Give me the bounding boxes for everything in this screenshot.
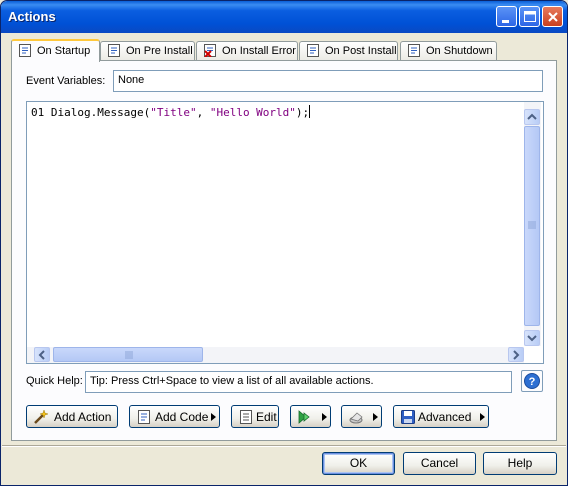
add-code-label: Add Code <box>155 410 209 424</box>
text-caret <box>309 105 311 118</box>
edit-button[interactable]: Edit <box>231 405 279 428</box>
script-icon <box>307 44 319 57</box>
dropdown-arrow-icon <box>373 413 378 421</box>
script-icon <box>108 44 120 57</box>
code-line: 01 Dialog.Message("Title", "Hello World"… <box>31 105 311 119</box>
string-literal: "Title" <box>150 106 197 119</box>
edit-label: Edit <box>256 410 277 424</box>
dropdown-arrow-icon <box>211 413 216 421</box>
maximize-button[interactable] <box>519 6 540 27</box>
dropdown-arrow-icon <box>480 413 485 421</box>
run-menu-button[interactable] <box>290 405 331 428</box>
scroll-left-button[interactable] <box>34 347 50 362</box>
close-icon <box>548 12 558 22</box>
add-code-button[interactable]: Add Code <box>129 405 220 428</box>
tab-label: On Install Error <box>222 45 296 57</box>
scroll-right-button[interactable] <box>508 347 524 362</box>
edit-icon <box>240 410 252 424</box>
script-editor[interactable]: 01 Dialog.Message("Title", "Hello World"… <box>26 101 544 364</box>
quick-help-button[interactable]: ? <box>521 370 543 392</box>
line-number: 01 <box>31 106 45 119</box>
scroll-up-button[interactable] <box>524 109 540 125</box>
scroll-down-button[interactable] <box>524 330 540 346</box>
horizontal-scrollbar[interactable] <box>27 347 524 363</box>
separator <box>2 445 566 447</box>
window-title: Actions <box>8 9 56 24</box>
chevron-down-icon <box>527 335 537 342</box>
code-text: Dialog.Message( <box>50 106 151 119</box>
script-icon <box>19 44 31 57</box>
help-button[interactable]: Help <box>483 452 557 475</box>
tab-label: On Pre Install <box>126 45 193 57</box>
minimize-icon <box>502 20 509 23</box>
add-action-button[interactable]: Add Action <box>26 405 118 428</box>
close-button[interactable] <box>542 6 563 27</box>
advanced-label: Advanced <box>418 410 472 424</box>
ok-button[interactable]: OK <box>322 452 395 475</box>
eraser-icon <box>349 412 363 424</box>
code-text: ); <box>295 106 310 119</box>
tab-on-post-install[interactable]: On Post Install <box>299 41 398 60</box>
title-bar[interactable]: Actions <box>1 1 567 33</box>
vertical-scroll-thumb[interactable] <box>524 126 540 326</box>
tab-on-install-error[interactable]: On Install Error <box>196 41 298 60</box>
tab-on-pre-install[interactable]: On Pre Install <box>100 41 195 60</box>
tab-on-startup[interactable]: On Startup <box>11 39 100 62</box>
chevron-left-icon <box>38 350 45 360</box>
event-variables-label: Event Variables: <box>26 75 106 87</box>
magic-wand-icon <box>34 409 49 424</box>
script-icon <box>408 44 420 57</box>
vertical-scrollbar[interactable] <box>524 102 541 346</box>
tools-menu-button[interactable] <box>341 405 382 428</box>
minimize-button[interactable] <box>496 6 517 27</box>
dropdown-arrow-icon <box>322 413 327 421</box>
grip-icon <box>125 351 133 359</box>
floppy-disk-icon <box>401 410 415 424</box>
horizontal-scroll-thumb[interactable] <box>53 347 203 362</box>
code-separator: , <box>196 106 210 119</box>
tab-on-shutdown[interactable]: On Shutdown <box>400 41 497 60</box>
script-error-icon <box>204 44 216 57</box>
advanced-button[interactable]: Advanced <box>393 405 489 428</box>
grip-icon <box>528 221 536 229</box>
code-sheet-icon <box>138 410 150 424</box>
actions-window: Actions On Startup On Pre Install On Ins… <box>0 0 568 486</box>
svg-text:?: ? <box>529 376 536 388</box>
tab-label: On Shutdown <box>426 45 493 57</box>
question-icon: ? <box>524 373 540 389</box>
chevron-right-icon <box>513 350 520 360</box>
add-action-label: Add Action <box>54 410 112 424</box>
tab-label: On Startup <box>37 45 91 57</box>
tab-label: On Post Install <box>325 45 397 57</box>
quick-help-field: Tip: Press Ctrl+Space to view a list of … <box>85 371 512 393</box>
cancel-button[interactable]: Cancel <box>403 452 476 475</box>
chevron-up-icon <box>527 113 537 120</box>
maximize-icon <box>524 11 536 22</box>
event-variables-field[interactable]: None <box>113 70 543 92</box>
green-arrows-icon <box>298 410 310 424</box>
quick-help-label: Quick Help: <box>26 375 83 387</box>
string-literal: "Hello World" <box>209 106 296 119</box>
